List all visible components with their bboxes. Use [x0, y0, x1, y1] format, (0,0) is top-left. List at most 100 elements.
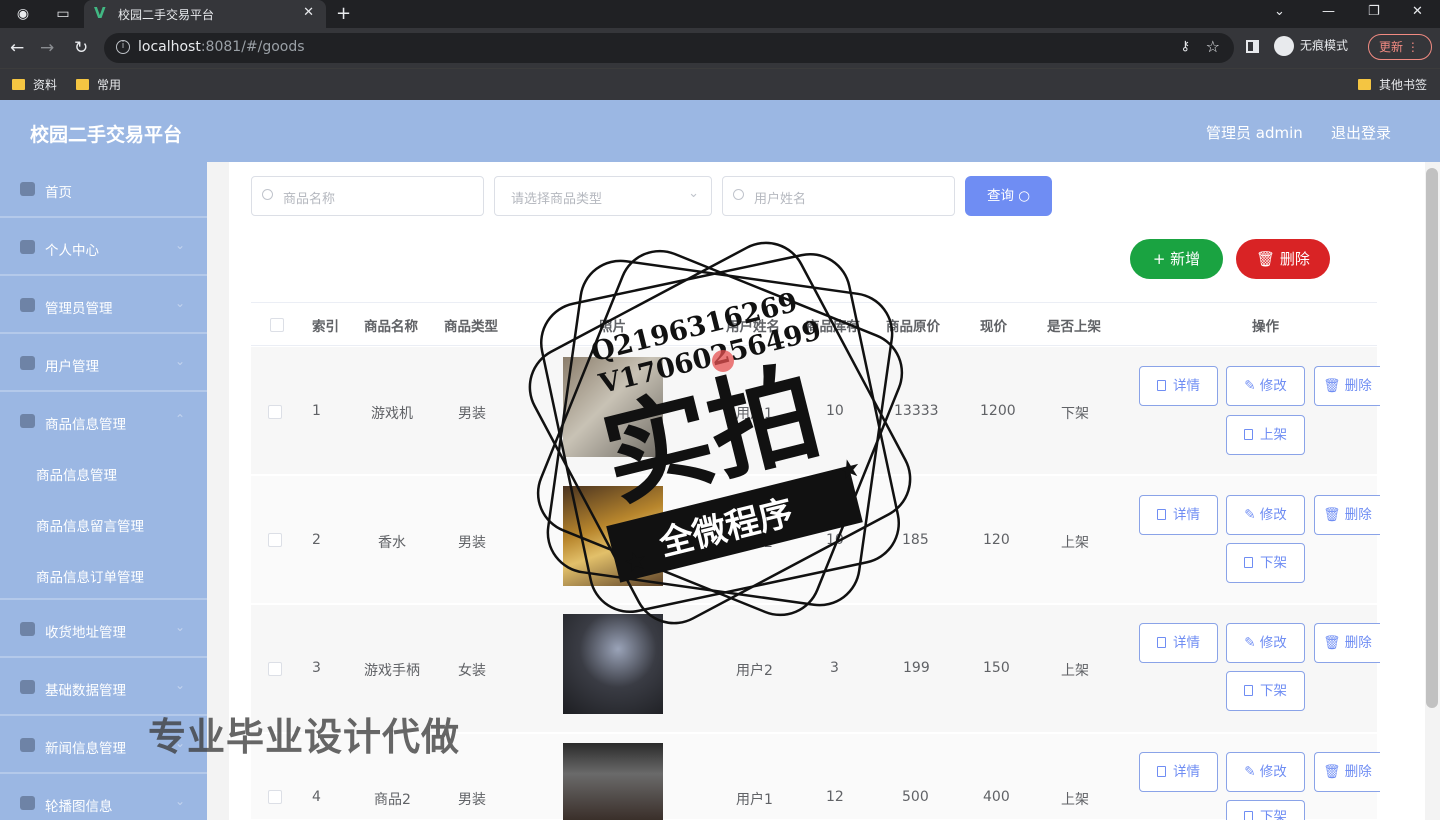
delete-button[interactable]: 🗑 删除: [1314, 366, 1380, 406]
new-tab-icon[interactable]: +: [336, 3, 351, 24]
edit-button[interactable]: ✎ 修改: [1226, 495, 1305, 535]
detail-button[interactable]: 详情: [1139, 752, 1218, 792]
edit-icon: ✎: [1244, 764, 1256, 780]
edit-button[interactable]: ✎ 修改: [1226, 623, 1305, 663]
toggle-shelf-button[interactable]: 上架: [1226, 415, 1305, 455]
goods-photo[interactable]: [563, 357, 663, 457]
goods-photo[interactable]: [563, 743, 663, 820]
delete-button[interactable]: 🗑 删除: [1314, 623, 1380, 663]
cell-stock: 10: [826, 532, 844, 548]
reload-icon[interactable]: ↻: [74, 38, 88, 58]
column-header: 商品原价: [886, 319, 940, 335]
cell-index: 1: [312, 403, 321, 419]
delete-button[interactable]: 🗑 删除: [1314, 752, 1380, 792]
carousel-icon: [20, 796, 35, 810]
chevron-down-icon: ⌄: [174, 620, 185, 634]
sidebar-item-address[interactable]: 收货地址管理 ⌄: [0, 602, 207, 658]
chevron-down-icon: ⌄: [174, 354, 185, 368]
sidebar-item-profile[interactable]: 个人中心 ⌄: [0, 220, 207, 276]
row-checkbox[interactable]: [268, 405, 282, 419]
row-checkbox[interactable]: [268, 790, 282, 804]
side-panel-icon[interactable]: [1246, 40, 1259, 53]
edit-button[interactable]: ✎ 修改: [1226, 366, 1305, 406]
detail-button[interactable]: 详情: [1139, 623, 1218, 663]
sidebar-item-admin[interactable]: 管理员管理 ⌄: [0, 278, 207, 334]
add-button[interactable]: + 新增: [1130, 239, 1223, 279]
select-all-checkbox[interactable]: [270, 318, 284, 332]
app-header: 校园二手交易平台 管理员 admin 退出登录: [0, 100, 1440, 162]
toggle-shelf-button[interactable]: 下架: [1226, 543, 1305, 583]
tab-strip-icon[interactable]: ▭: [54, 5, 72, 23]
cell-price: 400: [983, 789, 1010, 805]
user-name-search-input[interactable]: 用户姓名: [722, 176, 955, 216]
cell-status: 上架: [1061, 663, 1089, 679]
cell-user: 用户1: [736, 406, 773, 422]
cell-index: 4: [312, 789, 321, 805]
logout-link[interactable]: 退出登录: [1331, 122, 1391, 143]
update-button[interactable]: 更新 ⋮: [1368, 34, 1432, 60]
address-bar-row: ← → ↻ i localhost:8081/#/goods ⚷ ☆ 无痕模式 …: [0, 28, 1440, 68]
toggle-shelf-button[interactable]: 下架: [1226, 671, 1305, 711]
detail-button[interactable]: 详情: [1139, 495, 1218, 535]
delete-button[interactable]: 🗑 删除: [1314, 495, 1380, 535]
url-input[interactable]: i localhost:8081/#/goods ⚷ ☆: [104, 33, 1234, 63]
folder-icon: [76, 79, 89, 90]
query-button[interactable]: 查询 ○: [965, 176, 1052, 216]
close-tab-icon[interactable]: ✕: [303, 5, 314, 20]
cell-index: 2: [312, 532, 321, 548]
detail-button[interactable]: 详情: [1139, 366, 1218, 406]
minimize-icon[interactable]: —: [1322, 4, 1335, 19]
bookmark-star-icon[interactable]: ☆: [1206, 37, 1220, 56]
column-header: 商品名称: [364, 319, 418, 335]
document-icon: [1244, 429, 1253, 440]
sidebar-subitem-label: 商品信息管理: [36, 468, 117, 484]
key-icon[interactable]: ⚷: [1180, 39, 1190, 54]
cell-name: 商品2: [374, 792, 411, 808]
cell-type: 男装: [458, 535, 486, 551]
cell-status: 下架: [1061, 406, 1089, 422]
globe-icon[interactable]: ◉: [14, 5, 32, 23]
column-header: 现价: [980, 319, 1007, 335]
sidebar-item-carousel[interactable]: 轮播图信息 ⌄: [0, 776, 207, 820]
app-title: 校园二手交易平台: [30, 124, 183, 146]
site-info-icon[interactable]: i: [116, 40, 130, 54]
close-window-icon[interactable]: ✕: [1412, 4, 1423, 19]
bookmark-folder[interactable]: 常用: [76, 76, 121, 93]
cell-status: 上架: [1061, 535, 1089, 551]
forward-icon[interactable]: →: [40, 38, 54, 58]
back-icon[interactable]: ←: [10, 38, 24, 58]
batch-delete-button[interactable]: 🗑 删除: [1236, 239, 1330, 279]
browser-tab[interactable]: V 校园二手交易平台 ✕: [84, 0, 326, 28]
sidebar-item-users[interactable]: 用户管理 ⌄: [0, 336, 207, 392]
row-checkbox[interactable]: [268, 662, 282, 676]
maximize-icon[interactable]: ❐: [1368, 4, 1380, 19]
cell-price: 120: [983, 532, 1010, 548]
bookmark-folder[interactable]: 资料: [12, 76, 57, 93]
cell-status: 上架: [1061, 792, 1089, 808]
goods-name-search-input[interactable]: 商品名称: [251, 176, 484, 216]
goods-photo[interactable]: [563, 486, 663, 586]
sidebar-item-home[interactable]: 首页: [0, 162, 207, 218]
trash-icon: 🗑: [1256, 250, 1276, 268]
sidebar-subitem-goods-comments[interactable]: 商品信息留言管理: [0, 498, 207, 549]
cell-price: 150: [983, 660, 1010, 676]
goods-type-select[interactable]: 请选择商品类型 ⌄: [494, 176, 712, 216]
other-bookmarks[interactable]: 其他书签: [1358, 76, 1427, 93]
trash-icon: 🗑: [1323, 507, 1341, 523]
chevron-down-icon[interactable]: ⌄: [1274, 4, 1285, 19]
bookmarks-bar: 资料 常用 其他书签: [0, 68, 1440, 100]
search-placeholder: 用户姓名: [754, 192, 807, 207]
toggle-shelf-button[interactable]: 下架: [1226, 800, 1305, 820]
column-header: 照片: [599, 319, 626, 335]
trash-icon: 🗑: [1323, 764, 1341, 780]
incognito-indicator[interactable]: 无痕模式: [1274, 36, 1348, 56]
sidebar-subitem-goods-orders[interactable]: 商品信息订单管理: [0, 549, 207, 600]
sidebar-subitem-goods[interactable]: 商品信息管理: [0, 447, 207, 498]
goods-photo[interactable]: [563, 614, 663, 714]
row-checkbox[interactable]: [268, 533, 282, 547]
browser-tab-bar: ◉ ▭ V 校园二手交易平台 ✕ + ⌄ — ❐ ✕: [0, 0, 1440, 28]
search-icon: [733, 189, 744, 200]
edit-button[interactable]: ✎ 修改: [1226, 752, 1305, 792]
sidebar-item-goods[interactable]: 商品信息管理 ⌃: [0, 394, 207, 450]
scrollbar[interactable]: [1426, 168, 1438, 708]
